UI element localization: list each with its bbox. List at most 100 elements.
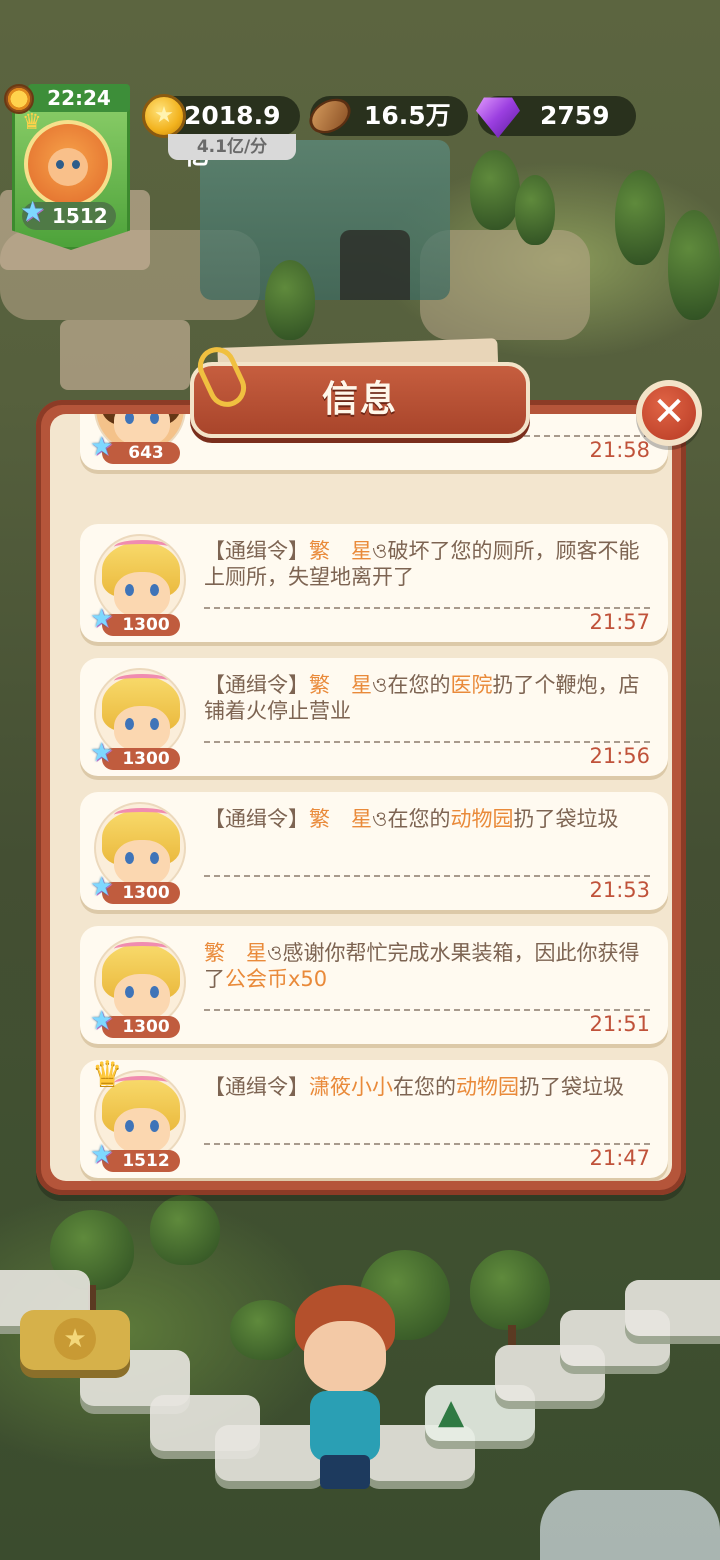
message-card[interactable]: ★ 1300 繁 星ও感谢你帮忙完成水果装箱，因此你获得了公会币x50 21:51: [80, 926, 668, 1044]
message-card[interactable]: ★ 1300 【通缉令】繁 星ও破坏了您的厕所，顾客不能上厕所，失望地离开了 21:5…: [80, 524, 668, 642]
message-highlight[interactable]: 繁 星: [309, 673, 372, 697]
character-legs: [320, 1455, 370, 1489]
message-highlight[interactable]: 动物园: [450, 807, 513, 831]
messages-dialog: ★ 643 21:58 ★ 1300 【通缉令】繁 星ও破坏了您的厕所，顾客不能上厕所，失…: [36, 400, 686, 1195]
star-icon: ★: [90, 604, 114, 634]
avatar-headband: [114, 540, 170, 554]
star-icon: ★: [90, 872, 114, 902]
star-icon: ★: [20, 195, 46, 228]
message-card[interactable]: ♛ ★ 1512 【通缉令】潇筱小小在您的动物园扔了袋垃圾 21:47: [80, 1054, 668, 1178]
wood-counter[interactable]: 16.5万: [303, 91, 468, 141]
character-body: [310, 1391, 380, 1461]
coin-rate: 4.1亿/分: [168, 134, 296, 160]
message-text-part: 【通缉令】: [204, 807, 309, 831]
message-highlight[interactable]: 动物园: [456, 1075, 519, 1099]
message-divider: [204, 741, 650, 743]
dialog-body: ★ 643 21:58 ★ 1300 【通缉令】繁 星ও破坏了您的厕所，顾客不能上厕所，失…: [50, 414, 672, 1181]
message-text: 【通缉令】繁 星ও在您的医院扔了个鞭炮，店铺着火停止营业: [204, 672, 644, 724]
close-icon: ✕: [642, 386, 696, 440]
character-face: [304, 1321, 386, 1393]
sender-level: 1300: [122, 1017, 170, 1037]
player-level: 1512: [52, 204, 108, 228]
message-time: 21:47: [589, 1146, 650, 1170]
star-icon: ★: [90, 432, 114, 462]
sender-level: 1300: [122, 749, 170, 769]
tree: [150, 1195, 220, 1265]
sender-level-badge: ★ 1300: [90, 740, 180, 770]
message-text-part: 扔了袋垃圾: [513, 807, 619, 831]
message-highlight[interactable]: 繁 星: [204, 941, 267, 965]
message-highlight[interactable]: 医院: [450, 673, 492, 697]
avatar-headband: [114, 942, 170, 956]
message-time: 21:57: [589, 610, 650, 634]
sender-level-badge: ★ 1300: [90, 606, 180, 636]
message-text: 【通缉令】繁 星ও破坏了您的厕所，顾客不能上厕所，失望地离开了: [204, 538, 644, 590]
tree: [470, 150, 520, 230]
player-level-badge: ★ 1512: [20, 198, 116, 230]
sender-level: 1512: [122, 1151, 170, 1171]
player-character[interactable]: [290, 1285, 400, 1495]
star-icon: ★: [54, 1318, 96, 1360]
factory-door: [340, 230, 410, 300]
message-highlight[interactable]: 繁 星: [309, 539, 372, 563]
message-card[interactable]: ★ 1300 【通缉令】繁 星ও在您的医院扔了个鞭炮，店铺着火停止营业 21:56: [80, 658, 668, 776]
close-button[interactable]: ✕: [636, 380, 702, 446]
sender-level: 1300: [122, 615, 170, 635]
coin-counter[interactable]: 2018.9亿: [142, 94, 300, 170]
tree: [668, 210, 720, 320]
sender-level: 1300: [122, 883, 170, 903]
message-divider: [204, 1009, 650, 1011]
sender-level-badge: ★ 1300: [90, 874, 180, 904]
coin-icon: [142, 94, 186, 138]
message-divider: [204, 607, 650, 609]
tree-tile-icon: ▲: [438, 1392, 465, 1432]
avatar-face: [114, 706, 170, 752]
avatar-face: [114, 1108, 170, 1154]
house: [60, 320, 190, 390]
board-tile: [625, 1280, 720, 1336]
avatar-face: [114, 572, 170, 618]
message-highlight[interactable]: 公会币x50: [225, 967, 327, 991]
message-time: 21:51: [589, 1012, 650, 1036]
dialog-title: 信息: [321, 379, 398, 420]
tree: [265, 260, 315, 340]
avatar-headband: [114, 674, 170, 688]
message-text: 繁 星ও感谢你帮忙完成水果装箱，因此你获得了公会币x50: [204, 940, 644, 992]
avatar-headband: [114, 808, 170, 822]
star-icon: ★: [90, 1006, 114, 1036]
avatar-face: [114, 840, 170, 886]
message-card[interactable]: ★ 1300 【通缉令】繁 星ও在您的动物园扔了袋垃圾 21:53: [80, 792, 668, 910]
message-time: 21:56: [589, 744, 650, 768]
message-text-part: 【通缉令】: [204, 1075, 309, 1099]
boat: [540, 1490, 720, 1560]
message-text-part: ও在您的: [372, 673, 451, 697]
message-divider: [204, 875, 650, 877]
tree: [470, 1250, 550, 1330]
gem-counter[interactable]: 2759: [476, 96, 636, 138]
avatar-face: [48, 148, 88, 186]
message-time: 21:53: [589, 878, 650, 902]
sender-level: 643: [128, 443, 164, 463]
message-text: 【通缉令】潇筱小小在您的动物园扔了袋垃圾: [204, 1074, 644, 1100]
gem-amount: 2759: [540, 101, 610, 130]
message-highlight[interactable]: 潇筱小小: [309, 1075, 393, 1099]
crown-icon: ♛: [22, 110, 42, 135]
message-highlight[interactable]: 繁 星: [309, 807, 372, 831]
message-time: 21:58: [589, 438, 650, 462]
message-divider: [204, 1143, 650, 1145]
tree: [615, 170, 665, 265]
avatar-face: [114, 974, 170, 1020]
star-icon: ★: [90, 1140, 114, 1170]
tree: [515, 175, 555, 245]
coin-tile: ★: [20, 1310, 130, 1370]
message-text-part: ও在您的: [372, 807, 451, 831]
wood-amount: 16.5万: [364, 101, 451, 130]
message-text-part: 在您的: [393, 1075, 456, 1099]
message-text-part: 【通缉令】: [204, 673, 309, 697]
message-text-part: 【通缉令】: [204, 539, 309, 563]
sender-level-badge: ★ 1512: [90, 1142, 180, 1172]
sender-level-badge: ★ 1300: [90, 1008, 180, 1038]
star-icon: ★: [90, 738, 114, 768]
clock: 22:24: [28, 84, 130, 112]
factory-building: [200, 140, 450, 300]
